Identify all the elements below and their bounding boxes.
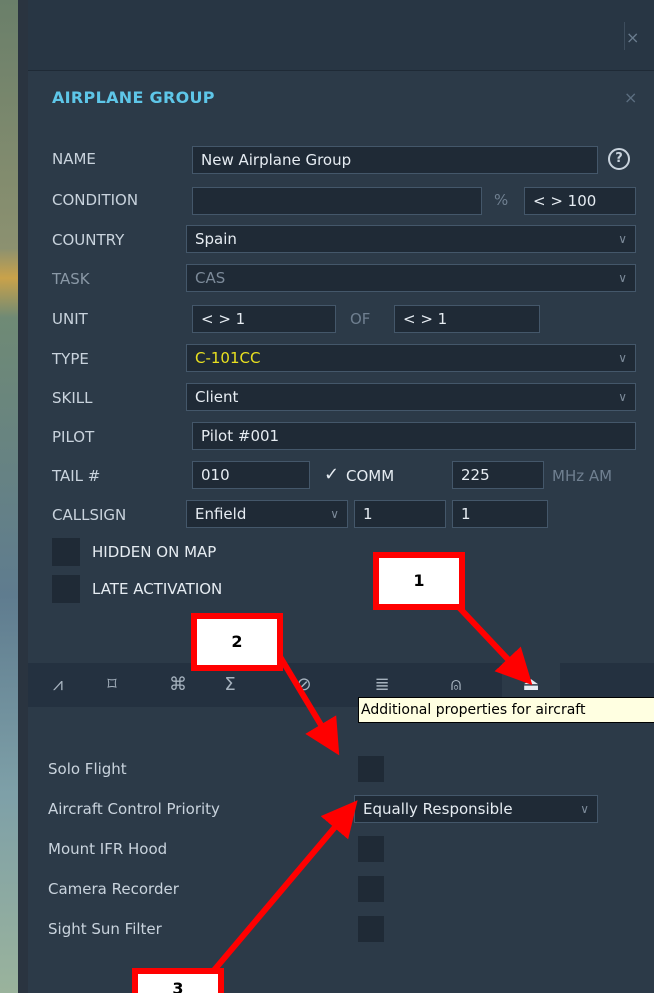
callout-3: 3	[132, 968, 224, 993]
callout-2: 2	[191, 613, 283, 671]
arrow-2	[273, 648, 340, 756]
arrow-3	[207, 800, 358, 977]
arrow-1	[449, 597, 533, 686]
annotation-arrows	[207, 597, 533, 977]
callout-1: 1	[373, 552, 465, 610]
